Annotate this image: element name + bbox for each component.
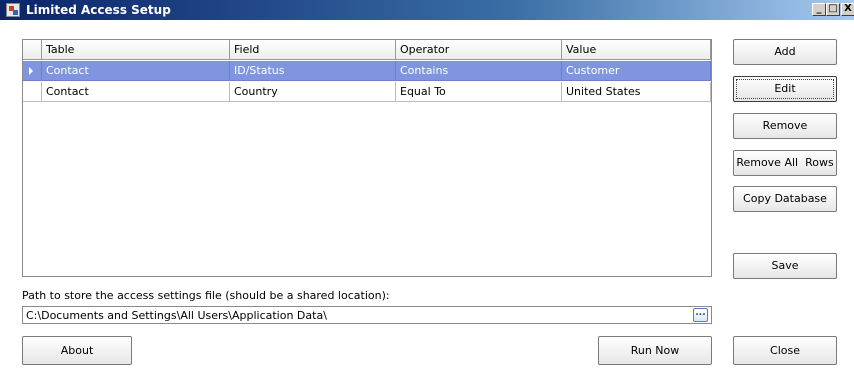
window-title: Limited Access Setup [26, 3, 171, 17]
add-button[interactable]: Add [733, 39, 837, 65]
edit-button[interactable]: Edit [733, 76, 837, 102]
save-button[interactable]: Save [733, 253, 837, 279]
close-window-button[interactable]: X [841, 3, 854, 16]
table-row[interactable]: Contact Country Equal To United States [23, 82, 711, 102]
row-selector[interactable] [23, 61, 42, 81]
column-header-value[interactable]: Value [562, 40, 711, 60]
column-header-operator[interactable]: Operator [396, 40, 562, 60]
cell-field[interactable]: ID/Status [230, 61, 396, 81]
maximize-button[interactable]: □ [826, 3, 840, 16]
remove-button[interactable]: Remove [733, 113, 837, 139]
cell-field[interactable]: Country [230, 82, 396, 102]
ellipsis-icon: ... [695, 308, 706, 318]
cell-table[interactable]: Contact [42, 82, 230, 102]
column-header-table[interactable]: Table [42, 40, 230, 60]
close-button[interactable]: Close [733, 336, 837, 365]
row-indicator-icon [29, 67, 33, 75]
cell-table[interactable]: Contact [42, 61, 230, 81]
browse-button[interactable]: ... [693, 308, 708, 322]
grid-header: Table Field Operator Value [23, 40, 711, 60]
title-bar[interactable]: Limited Access Setup _ □ X [0, 0, 854, 20]
copy-database-button[interactable]: Copy Database [733, 186, 837, 212]
cell-value[interactable]: United States [562, 82, 711, 102]
table-row[interactable]: Contact ID/Status Contains Customer [23, 61, 711, 81]
app-icon [6, 3, 20, 17]
run-now-button[interactable]: Run Now [598, 336, 712, 365]
cell-operator[interactable]: Contains [396, 61, 562, 81]
remove-all-rows-button[interactable]: Remove All Rows [733, 150, 837, 176]
column-header-field[interactable]: Field [230, 40, 396, 60]
cell-value[interactable]: Customer [562, 61, 711, 81]
minimize-button[interactable]: _ [812, 3, 826, 16]
rules-grid[interactable]: Table Field Operator Value Contact ID/St… [22, 39, 712, 277]
about-button[interactable]: About [22, 336, 132, 365]
header-row-selector[interactable] [23, 40, 42, 60]
row-selector[interactable] [23, 82, 42, 102]
path-input[interactable] [22, 306, 712, 324]
path-label: Path to store the access settings file (… [22, 289, 390, 302]
cell-operator[interactable]: Equal To [396, 82, 562, 102]
